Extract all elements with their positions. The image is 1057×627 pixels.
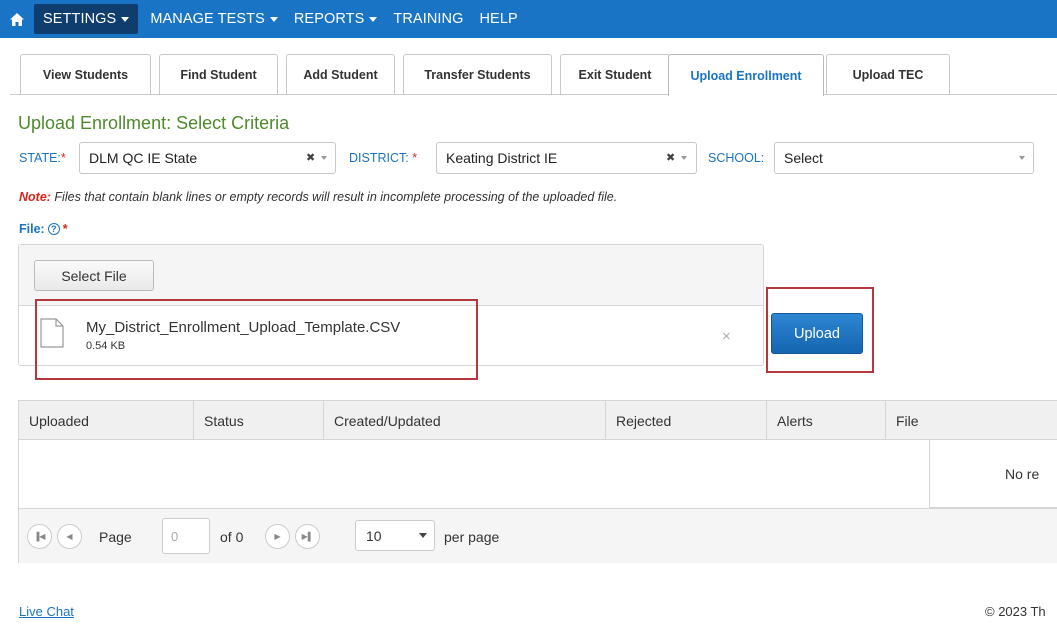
nav-manage-tests[interactable]: MANAGE TESTS	[142, 4, 286, 34]
nav-settings[interactable]: SETTINGS	[34, 4, 139, 34]
live-chat-link[interactable]: Live Chat	[19, 604, 74, 619]
nav-reports[interactable]: REPORTS	[286, 4, 386, 34]
tab-exit-student[interactable]: Exit Student	[560, 54, 670, 94]
caret-down-icon	[369, 17, 378, 22]
remove-file-icon[interactable]: ×	[722, 328, 731, 345]
page-size-select[interactable]: 10	[355, 520, 435, 551]
file-highlight-box	[35, 299, 478, 380]
select-file-button[interactable]: Select File	[34, 260, 154, 291]
tab-upload-tec[interactable]: Upload TEC	[826, 54, 950, 94]
page-label: Page	[99, 529, 132, 545]
upload-button[interactable]: Upload	[771, 313, 863, 354]
col-status[interactable]: Status	[193, 401, 323, 440]
first-page-icon[interactable]: ▐◀	[27, 524, 52, 549]
home-icon[interactable]	[0, 0, 34, 38]
chevron-down-icon	[681, 156, 687, 160]
file-upload-toolbar: Select File	[19, 245, 763, 306]
district-label: DISTRICT: *	[349, 151, 418, 165]
top-nav: SETTINGS MANAGE TESTS REPORTS TRAINING H…	[0, 0, 1057, 38]
last-page-icon[interactable]: ▶▌	[295, 524, 320, 549]
chevron-down-icon	[419, 533, 427, 538]
nav-help[interactable]: HELP	[471, 4, 525, 34]
no-records-message: No re	[929, 440, 1057, 508]
prev-page-icon[interactable]: ◀	[57, 524, 82, 549]
tab-find-student[interactable]: Find Student	[159, 54, 278, 94]
clear-icon[interactable]: ✖	[306, 151, 315, 164]
clear-icon[interactable]: ✖	[666, 151, 675, 164]
next-page-icon[interactable]: ▶	[265, 524, 290, 549]
help-icon[interactable]: ?	[47, 223, 60, 235]
chevron-down-icon	[1019, 156, 1025, 160]
col-created-updated[interactable]: Created/Updated	[323, 401, 605, 440]
file-label: File: ? *	[19, 222, 68, 236]
page-input[interactable]: 0	[162, 518, 210, 554]
page-of-text: of 0	[220, 529, 244, 545]
tab-bar: View Students Find Student Add Student T…	[10, 54, 1057, 96]
per-page-text: per page	[444, 529, 500, 545]
copyright-text: © 2023 Th	[985, 604, 1046, 619]
state-label: STATE:*	[19, 151, 66, 165]
tab-add-student[interactable]: Add Student	[286, 54, 395, 94]
state-select[interactable]: DLM QC IE State ✖	[79, 142, 336, 174]
col-file[interactable]: File	[885, 401, 1057, 440]
col-alerts[interactable]: Alerts	[766, 401, 885, 440]
chevron-down-icon	[321, 156, 327, 160]
caret-down-icon	[121, 17, 130, 22]
col-rejected[interactable]: Rejected	[605, 401, 766, 440]
grid-header: Uploaded Status Created/Updated Rejected…	[19, 401, 1057, 440]
pager: ▐◀ ◀ Page 0 of 0 ▶ ▶▌ 10 per page	[19, 508, 1057, 563]
note-text: Note: Files that contain blank lines or …	[19, 190, 618, 204]
page-title: Upload Enrollment: Select Criteria	[18, 113, 290, 133]
tab-upload-enrollment[interactable]: Upload Enrollment	[668, 54, 824, 96]
district-select[interactable]: Keating District IE ✖	[436, 142, 697, 174]
col-uploaded[interactable]: Uploaded	[19, 401, 193, 440]
tab-transfer-students[interactable]: Transfer Students	[403, 54, 552, 94]
school-label: SCHOOL:	[708, 151, 765, 165]
nav-training[interactable]: TRAINING	[385, 4, 471, 34]
school-select[interactable]: Select	[774, 142, 1034, 174]
upload-grid: Uploaded Status Created/Updated Rejected…	[18, 400, 1057, 563]
tab-view-students[interactable]: View Students	[20, 54, 151, 94]
caret-down-icon	[269, 17, 278, 22]
